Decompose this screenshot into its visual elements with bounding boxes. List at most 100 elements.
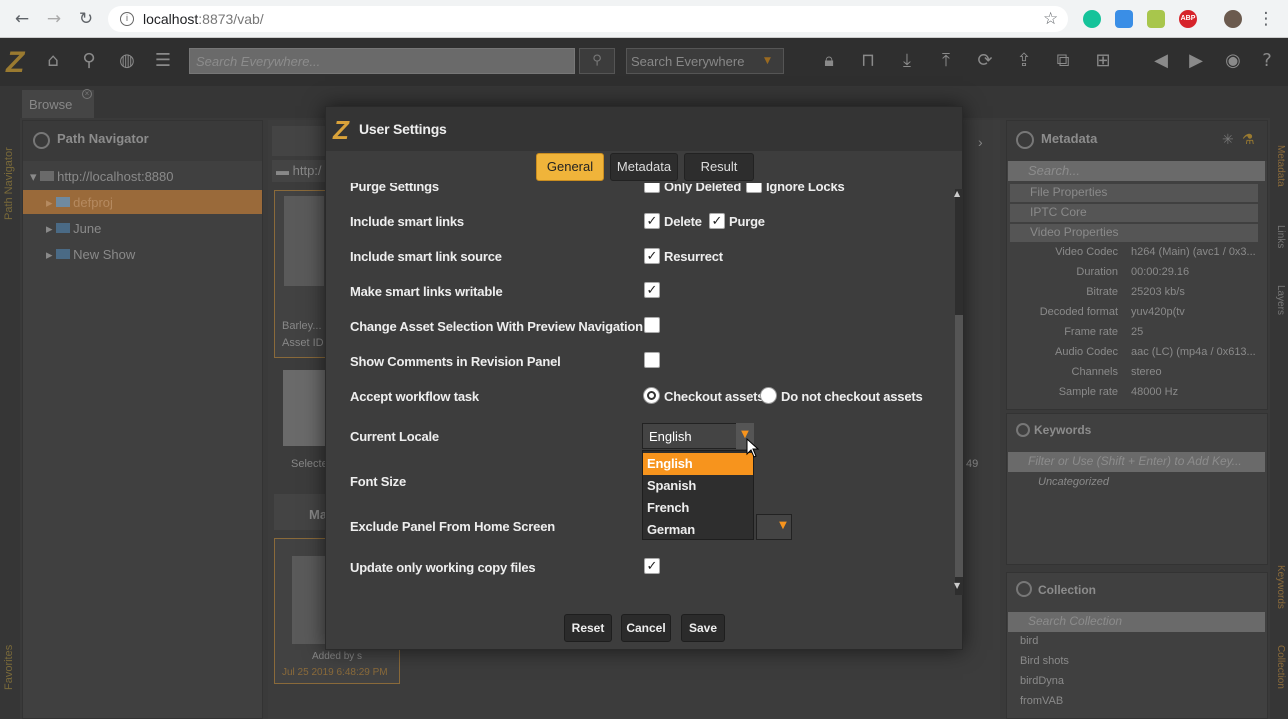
asset-id: Asset ID <box>282 337 324 349</box>
settings-icon[interactable]: ✳ <box>1222 131 1234 148</box>
share-icon[interactable]: ⇪ <box>1013 50 1035 72</box>
arrow-left-icon[interactable]: ◀ <box>1150 50 1172 72</box>
path-navigator-header: Path Navigator <box>23 121 262 161</box>
prop-key: Channels <box>1071 366 1118 378</box>
locale-option-german[interactable]: German <box>643 519 753 541</box>
dialog-scrollbar-thumb[interactable] <box>955 315 963 577</box>
extension-icon[interactable] <box>1115 10 1133 28</box>
search-icon[interactable]: ⚲ <box>78 50 100 72</box>
prop-value: 25203 kb/s <box>1131 286 1185 298</box>
show-comments-label: Show Comments in Revision Panel <box>350 354 561 369</box>
search-button[interactable]: ⚲ <box>579 48 615 74</box>
search-scope-label: Search Everywhere <box>631 54 745 69</box>
exclude-panel-label: Exclude Panel From Home Screen <box>350 519 555 534</box>
tree-item-june[interactable]: ▸ June <box>46 221 101 237</box>
extension-bowl-icon[interactable] <box>1147 10 1165 28</box>
collection-item[interactable]: fromVAB <box>1020 695 1063 707</box>
section-video-properties[interactable]: Video Properties <box>1010 224 1258 242</box>
compare-icon[interactable]: ⧉ <box>1052 50 1074 72</box>
search-scope-select[interactable]: Search Everywhere <box>626 48 784 74</box>
do-not-checkout-radio[interactable] <box>760 387 777 404</box>
list-icon[interactable]: ☰ <box>152 50 174 72</box>
adblock-icon[interactable]: ABP <box>1179 10 1197 28</box>
layers-side-label[interactable]: Layers <box>1272 285 1286 330</box>
prop-value: h264 (Main) (avc1 / 0x3... <box>1131 246 1256 258</box>
lock-icon[interactable]: 🔒︎ <box>818 50 840 72</box>
scroll-down-icon[interactable]: ▼ <box>954 581 960 590</box>
purge-checkbox[interactable]: ✓ <box>709 213 725 229</box>
tab-result[interactable]: Result <box>684 153 754 181</box>
reset-button[interactable]: Reset <box>564 614 612 642</box>
purge-settings-row: Purge Settings Only Deleted Ignore Locks <box>326 183 954 197</box>
section-iptc-core[interactable]: IPTC Core <box>1010 204 1258 222</box>
section-file-properties[interactable]: File Properties <box>1010 184 1258 202</box>
collection-item[interactable]: birdDyna <box>1020 675 1064 687</box>
panel-collapse-icon[interactable]: › <box>978 134 983 150</box>
navigator-icon <box>33 132 50 149</box>
unlock-icon[interactable]: ⊓ <box>857 50 879 72</box>
make-smart-links-writable-checkbox[interactable]: ✓ <box>644 282 660 298</box>
user-icon[interactable]: ◉ <box>1222 50 1244 72</box>
profile-avatar[interactable] <box>1224 10 1242 28</box>
prop-value: 48000 Hz <box>1131 386 1179 398</box>
tree-item-new-show[interactable]: ▸ New Show <box>46 247 135 263</box>
help-icon[interactable]: ? <box>1256 50 1278 72</box>
tab-metadata[interactable]: Metadata <box>610 153 678 181</box>
delete-checkbox[interactable]: ✓ <box>644 213 660 229</box>
delete-label: Delete <box>664 214 702 229</box>
sync-icon[interactable]: ⟳ <box>974 50 996 72</box>
reload-icon[interactable]: ↻ <box>76 9 96 29</box>
flask-icon[interactable]: ⚗ <box>1242 131 1255 148</box>
bookmark-star-icon[interactable]: ☆ <box>1043 9 1058 29</box>
forward-icon[interactable]: → <box>44 9 64 29</box>
locale-option-french[interactable]: French <box>643 497 753 519</box>
collection-side-label[interactable]: Collection <box>1272 645 1286 705</box>
grammarly-icon[interactable] <box>1083 10 1101 28</box>
global-search-input[interactable]: Search Everywhere... <box>189 48 575 74</box>
favorites-side-label[interactable]: Favorites <box>3 635 17 690</box>
back-icon[interactable]: ← <box>12 9 32 29</box>
home-icon[interactable]: ⌂ <box>42 50 64 72</box>
close-tab-icon[interactable]: × <box>82 89 92 99</box>
download-icon[interactable]: ⤓ <box>896 50 918 72</box>
url-text[interactable]: localhost:8873/vab/ <box>143 11 264 27</box>
update-working-copy-label: Update only working copy files <box>350 560 536 575</box>
chevron-down-icon[interactable]: ▼ <box>774 514 792 540</box>
prop-key: Frame rate <box>1064 326 1118 338</box>
collection-item[interactable]: bird <box>1020 635 1038 647</box>
links-side-label[interactable]: Links <box>1272 225 1286 260</box>
uncategorized-item[interactable]: Uncategorized <box>1038 476 1109 488</box>
tree-item-label: http://localhost:8880 <box>57 169 174 184</box>
tab-general[interactable]: General <box>536 153 604 181</box>
save-button[interactable]: Save <box>681 614 725 642</box>
locale-option-english[interactable]: English <box>643 453 753 475</box>
cart-icon[interactable]: ⊞ <box>1092 50 1114 72</box>
cancel-button[interactable]: Cancel <box>621 614 671 642</box>
locale-option-spanish[interactable]: Spanish <box>643 475 753 497</box>
ignore-locks-checkbox[interactable] <box>746 183 762 193</box>
resurrect-checkbox[interactable]: ✓ <box>644 248 660 264</box>
current-locale-label: Current Locale <box>350 429 439 444</box>
collection-search-input[interactable]: Search Collection <box>1008 612 1265 632</box>
keywords-filter-input[interactable]: Filter or Use (Shift + Enter) to Add Key… <box>1008 452 1265 472</box>
path-navigator-side-label[interactable]: Path Navigator <box>3 130 17 220</box>
update-working-copy-checkbox[interactable]: ✓ <box>644 558 660 574</box>
tree-item-root[interactable]: ▾ http://localhost:8880 <box>30 169 174 185</box>
locale-dropdown: English Spanish French German <box>642 450 754 540</box>
globe-icon[interactable]: ◍ <box>116 50 138 72</box>
browser-menu-icon[interactable]: ⋮ <box>1256 9 1276 29</box>
info-icon[interactable]: i <box>120 12 134 26</box>
collection-item[interactable]: Bird shots <box>1020 655 1069 667</box>
keywords-side-label[interactable]: Keywords <box>1272 565 1286 620</box>
scroll-up-icon[interactable]: ▲ <box>954 189 960 198</box>
checkout-assets-radio[interactable] <box>643 387 660 404</box>
show-comments-checkbox[interactable] <box>644 352 660 368</box>
change-asset-selection-checkbox[interactable] <box>644 317 660 333</box>
tab-browse-label: Browse <box>29 97 73 112</box>
app-logo: Z <box>6 46 25 79</box>
metadata-search-input[interactable]: Search... <box>1008 161 1265 181</box>
only-deleted-checkbox[interactable] <box>644 183 660 193</box>
arrow-right-icon[interactable]: ▶ <box>1185 50 1207 72</box>
upload-icon[interactable]: ⤒ <box>935 50 957 72</box>
metadata-side-label[interactable]: Metadata <box>1272 145 1286 200</box>
